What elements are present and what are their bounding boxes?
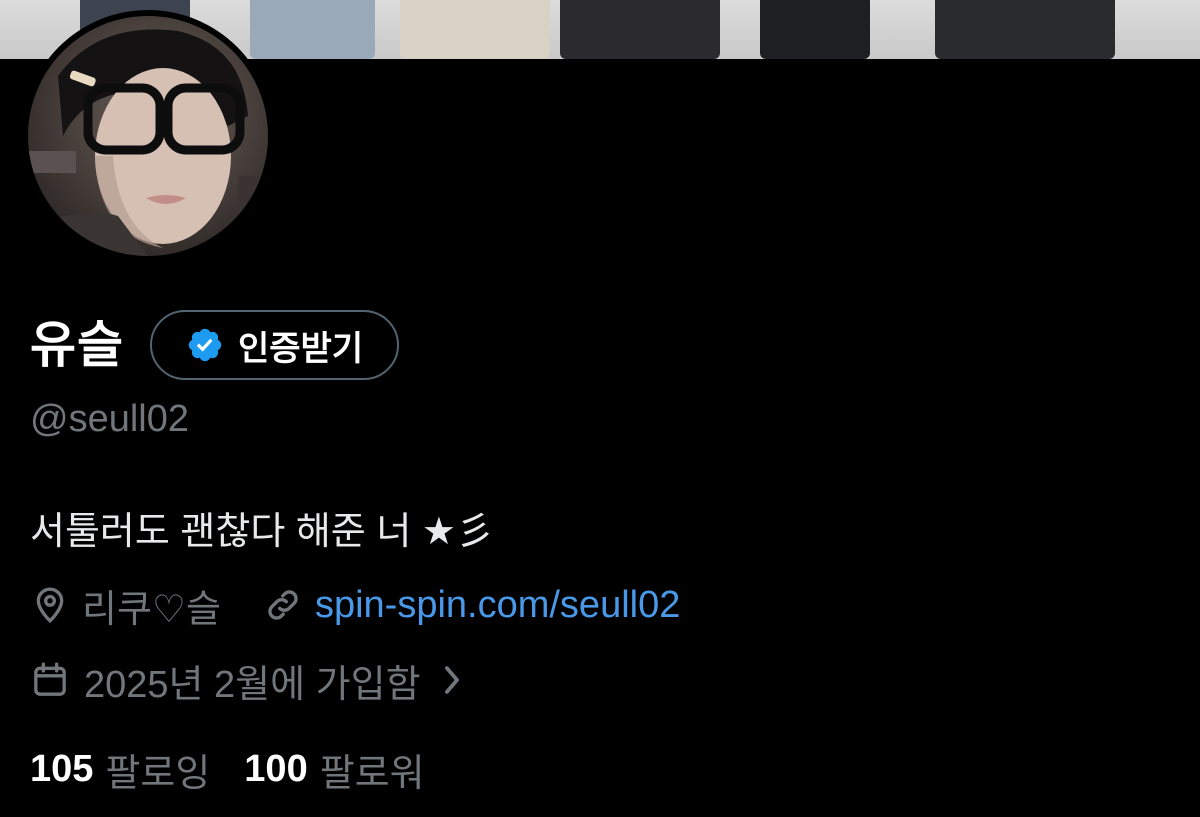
avatar[interactable] bbox=[28, 16, 268, 256]
following-label: 팔로잉 bbox=[105, 752, 211, 795]
name-row: 유슬 인증받기 bbox=[30, 308, 400, 382]
joined-date-row[interactable]: 2025년 2월에 가입함 bbox=[30, 653, 465, 707]
location-pin-icon bbox=[30, 585, 70, 625]
chevron-right-icon bbox=[439, 663, 465, 697]
followers-label: 팔로워 bbox=[319, 752, 425, 795]
website-link[interactable]: spin-spin.com/seull02 bbox=[315, 584, 680, 627]
followers-count: 100 bbox=[244, 747, 308, 790]
joined-date-text: 2025년 2월에 가입함 bbox=[84, 663, 421, 706]
calendar-icon bbox=[30, 660, 70, 700]
follow-stats: 105 팔로잉 100 팔로워 bbox=[30, 742, 425, 796]
get-verified-label: 인증받기 bbox=[238, 329, 364, 368]
location-item: 리쿠♡슬 bbox=[30, 578, 221, 633]
profile-page: 유슬 인증받기 @seull02 서툴러도 괜찮다 해준 너 ★彡 리쿠♡슬 s… bbox=[0, 0, 1200, 817]
following-count: 105 bbox=[30, 747, 94, 790]
following-stat[interactable]: 105 팔로잉 bbox=[30, 742, 210, 797]
username-handle: @seull02 bbox=[30, 398, 189, 440]
location-text: 리쿠♡슬 bbox=[82, 588, 221, 631]
avatar-border bbox=[22, 10, 274, 262]
get-verified-button[interactable]: 인증받기 bbox=[150, 310, 400, 380]
followers-stat[interactable]: 100 팔로워 bbox=[244, 742, 424, 797]
verified-badge-icon bbox=[186, 326, 224, 364]
website-item[interactable]: spin-spin.com/seull02 bbox=[263, 584, 680, 627]
display-name: 유슬 bbox=[30, 317, 124, 373]
link-icon bbox=[263, 585, 303, 625]
profile-meta: 리쿠♡슬 spin-spin.com/seull02 bbox=[30, 578, 680, 632]
profile-bio: 서툴러도 괜찮다 해준 너 ★彡 bbox=[30, 511, 494, 553]
